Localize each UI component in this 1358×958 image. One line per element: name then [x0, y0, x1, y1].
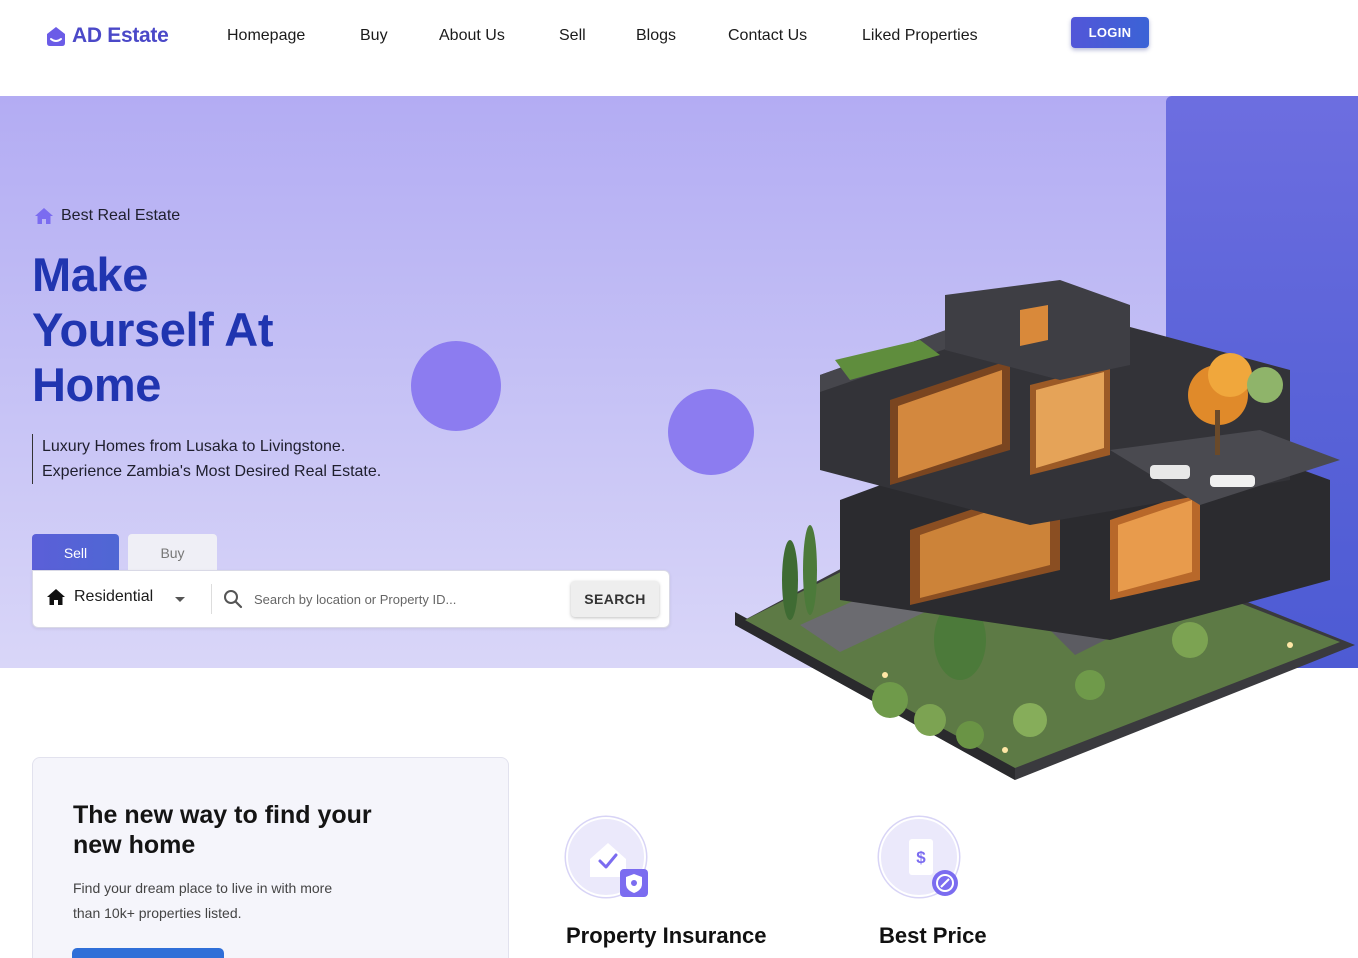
hero-subtitle: Luxury Homes from Lusaka to Livingstone.… [32, 434, 381, 484]
hero-title: Make Yourself At Home [32, 247, 412, 412]
price-tag-icon: $ [879, 817, 959, 897]
nav-link-sell[interactable]: Sell [559, 27, 586, 45]
tab-sell[interactable]: Sell [32, 534, 119, 571]
property-type-select[interactable]: Residential [46, 588, 153, 606]
nav-link-about-us[interactable]: About Us [439, 27, 505, 45]
brand-logo[interactable]: AD Estate [44, 24, 169, 48]
house-shield-icon [566, 817, 648, 897]
nav-link-liked-properties[interactable]: Liked Properties [862, 27, 978, 45]
search-icon [224, 590, 243, 609]
tagline-text: Best Real Estate [61, 207, 181, 224]
divider [211, 584, 212, 614]
home-logo-icon [47, 27, 65, 46]
search-bar: Residential SEARCH [32, 570, 670, 628]
hero-tagline: Best Real Estate [34, 207, 180, 225]
info-card-title: The new way to find your new home [73, 801, 372, 859]
hero-subtitle-line: Luxury Homes from Lusaka to Livingstone. [42, 438, 346, 455]
svg-text:$: $ [916, 848, 926, 867]
hero-subtitle-line: Experience Zambia's Most Desired Real Es… [42, 463, 382, 480]
nav-link-buy[interactable]: Buy [360, 27, 388, 45]
tab-buy[interactable]: Buy [128, 534, 217, 571]
property-type-value: Residential [74, 588, 154, 605]
caret-down-icon[interactable] [175, 597, 185, 602]
nav-link-homepage[interactable]: Homepage [227, 27, 305, 45]
search-button[interactable]: SEARCH [571, 581, 659, 617]
decorative-circle [411, 341, 501, 431]
feature-title: Property Insurance [566, 923, 767, 948]
nav-link-blogs[interactable]: Blogs [636, 27, 676, 45]
login-button[interactable]: LOGIN [1071, 17, 1149, 48]
hero-title-line: Yourself At [32, 303, 274, 356]
modern-house-illustration [735, 280, 1355, 780]
feature-title: Best Price [879, 923, 987, 948]
hero-title-line: Home [32, 358, 161, 411]
home-icon [47, 589, 65, 605]
info-card: The new way to find your new home Find y… [32, 757, 509, 958]
nav-link-contact-us[interactable]: Contact Us [728, 27, 807, 45]
info-card-text: Find your dream place to live in with mo… [73, 880, 333, 921]
top-navbar: AD Estate Homepage Buy About Us Sell Blo… [0, 0, 1358, 96]
brand-name: AD Estate [72, 24, 169, 47]
hero-title-line: Make [32, 248, 148, 301]
search-input[interactable] [254, 584, 574, 614]
info-card-button[interactable] [72, 948, 224, 958]
home-icon [35, 208, 53, 224]
